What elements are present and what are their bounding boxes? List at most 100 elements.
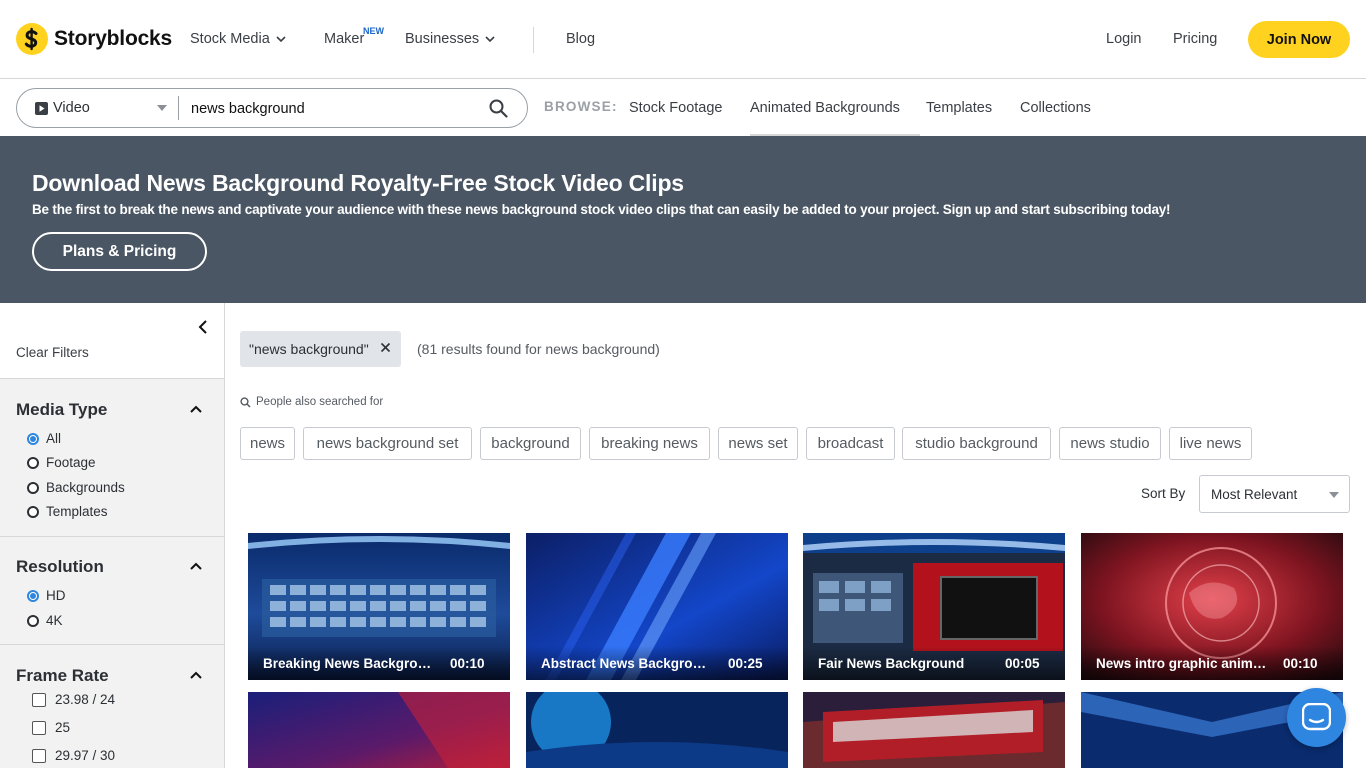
new-badge: NEW — [363, 26, 384, 36]
filter-resolution: Resolution HD 4K — [0, 537, 224, 645]
browse-collections[interactable]: Collections — [1020, 100, 1091, 116]
checkbox[interactable] — [32, 748, 46, 763]
also-searched-label: People also searched for — [240, 396, 383, 408]
related-tag[interactable]: background — [480, 427, 581, 460]
active-query-chip: "news background" — [240, 331, 401, 367]
browse-stock-footage[interactable]: Stock Footage — [629, 100, 723, 116]
video-card[interactable] — [526, 692, 788, 768]
search-icon[interactable] — [489, 99, 508, 118]
resolution-option-hd[interactable]: HD — [27, 588, 66, 603]
radio-selected[interactable] — [27, 589, 39, 602]
radio[interactable] — [27, 614, 39, 627]
video-card[interactable]: Fair News Background 00:05 — [803, 533, 1065, 680]
clip-title: Fair News Background — [818, 656, 965, 671]
sort-label: Sort By — [1141, 486, 1186, 501]
search-row: Video BROWSE: Stock Footage Animated Bac… — [0, 80, 1366, 136]
media-type-select[interactable]: Video — [35, 100, 90, 116]
chevron-up-icon[interactable] — [189, 668, 203, 682]
option-label: HD — [46, 588, 66, 603]
nav-businesses[interactable]: Businesses — [405, 31, 495, 47]
logo-text: Storyblocks — [54, 27, 173, 50]
nav-blog[interactable]: Blog — [566, 31, 595, 47]
video-card[interactable] — [803, 692, 1065, 768]
chevron-left-icon[interactable] — [196, 320, 210, 334]
clip-title: Abstract News Background — [541, 656, 713, 671]
related-tag[interactable]: news set — [718, 427, 798, 460]
sort-select[interactable]: Most Relevant — [1199, 475, 1350, 513]
chat-support-button[interactable] — [1287, 688, 1346, 747]
clip-duration: 00:05 — [1005, 656, 1040, 671]
also-searched-text: People also searched for — [256, 396, 384, 408]
option-label: 23.98 / 24 — [55, 692, 116, 707]
frame-rate-option-24[interactable]: 23.98 / 24 — [32, 692, 115, 707]
nav-divider — [533, 27, 534, 53]
video-card[interactable]: News intro graphic animation 00:10 — [1081, 533, 1343, 680]
filter-title: Media Type — [16, 400, 108, 419]
checkbox[interactable] — [32, 692, 46, 707]
video-thumbnail — [803, 692, 1065, 768]
join-now-button[interactable]: Join Now — [1248, 21, 1350, 58]
related-tag[interactable]: breaking news — [589, 427, 710, 460]
search-input[interactable] — [191, 98, 481, 120]
video-card[interactable] — [248, 692, 510, 768]
radio[interactable] — [27, 505, 39, 518]
query-chip-label: "news background" — [249, 341, 369, 357]
media-type-value: Video — [53, 100, 90, 116]
media-type-option-templates[interactable]: Templates — [27, 504, 108, 519]
browse-animated-backgrounds[interactable]: Animated Backgrounds — [750, 100, 900, 116]
media-type-option-all[interactable]: All — [27, 431, 61, 446]
related-tag[interactable]: studio background — [902, 427, 1051, 460]
clear-filters-link[interactable]: Clear Filters — [16, 345, 89, 360]
filter-frame-rate: Frame Rate 23.98 / 24 25 29.97 / 30 — [0, 645, 224, 768]
page-title: Download News Background Royalty-Free St… — [32, 170, 684, 196]
chat-icon — [1302, 703, 1331, 731]
chevron-up-icon[interactable] — [189, 559, 203, 573]
pricing-link[interactable]: Pricing — [1173, 31, 1217, 47]
nav-maker-label: Maker — [324, 31, 365, 47]
checkbox[interactable] — [32, 720, 46, 735]
radio-selected[interactable] — [27, 432, 39, 445]
chevron-up-icon[interactable] — [189, 402, 203, 416]
related-tag[interactable]: news studio — [1059, 427, 1161, 460]
option-label: 4K — [46, 613, 63, 628]
video-card[interactable]: Breaking News Background - Virtual Studi… — [248, 533, 510, 680]
hero-banner: Download News Background Royalty-Free St… — [0, 136, 1366, 303]
frame-rate-option-30[interactable]: 29.97 / 30 — [32, 748, 115, 763]
plans-pricing-button[interactable]: Plans & Pricing — [32, 232, 207, 271]
media-type-option-backgrounds[interactable]: Backgrounds — [27, 480, 125, 495]
option-label: 29.97 / 30 — [55, 748, 116, 763]
filter-media-type: Media Type All Footage Backgrounds Templ… — [0, 380, 224, 537]
option-label: Footage — [46, 455, 96, 470]
option-label: 25 — [55, 720, 71, 735]
top-navigation: Storyblocks Stock Media Maker NEW Busine… — [0, 0, 1366, 79]
sidebar-header: Clear Filters — [0, 303, 224, 379]
option-label: Templates — [46, 504, 108, 519]
chevron-down-icon — [276, 36, 286, 43]
storyblocks-logo[interactable]: Storyblocks — [16, 23, 172, 55]
related-tag[interactable]: live news — [1169, 427, 1252, 460]
nav-stock-media[interactable]: Stock Media — [190, 31, 286, 47]
browse-templates[interactable]: Templates — [926, 100, 992, 116]
resolution-option-4k[interactable]: 4K — [27, 613, 63, 628]
close-icon[interactable] — [380, 342, 391, 353]
radio[interactable] — [27, 481, 39, 494]
radio[interactable] — [27, 456, 39, 469]
clip-duration: 00:25 — [728, 656, 763, 671]
logo-icon — [16, 23, 48, 55]
related-tag[interactable]: news — [240, 427, 295, 460]
filter-title: Frame Rate — [16, 666, 109, 685]
search-box: Video — [16, 88, 528, 128]
related-tag[interactable]: news background set — [303, 427, 472, 460]
caret-down-icon — [1329, 492, 1339, 498]
video-card[interactable]: Abstract News Background 00:25 — [526, 533, 788, 680]
related-tag[interactable]: broadcast — [806, 427, 895, 460]
frame-rate-option-25[interactable]: 25 — [32, 720, 70, 735]
media-type-option-footage[interactable]: Footage — [27, 455, 96, 470]
video-icon — [35, 101, 48, 115]
clip-duration: 00:10 — [450, 656, 485, 671]
login-link[interactable]: Login — [1106, 31, 1141, 47]
nav-maker[interactable]: Maker NEW — [324, 26, 384, 47]
browse-label: BROWSE: — [544, 99, 618, 114]
clip-title: News intro graphic animation — [1096, 656, 1268, 671]
caret-down-icon[interactable] — [157, 105, 167, 111]
